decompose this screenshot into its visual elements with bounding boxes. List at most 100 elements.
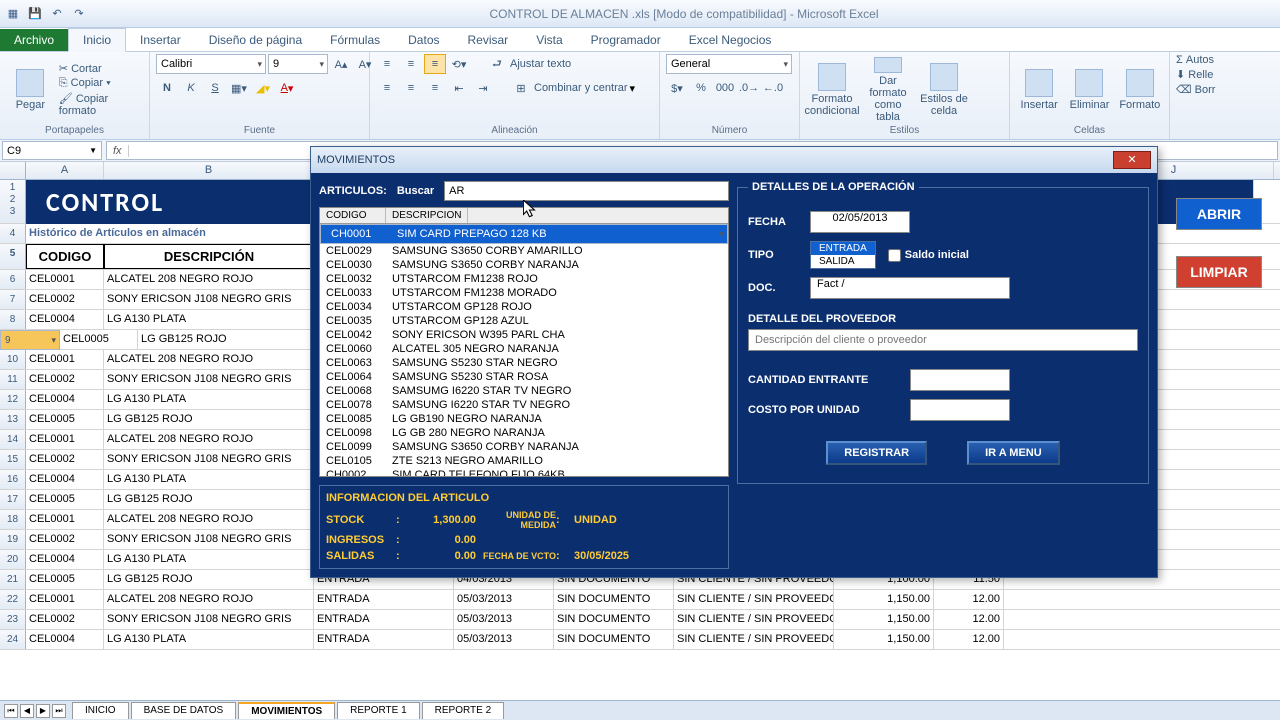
list-item[interactable]: CEL0099SAMSUNG S3650 CORBY NARANJA <box>320 440 728 454</box>
cell[interactable]: 1,150.00 <box>834 630 934 649</box>
cantidad-input[interactable] <box>910 369 1010 391</box>
cell[interactable]: SONY ERICSON J108 NEGRO GRIS <box>104 370 314 389</box>
wrap-text-icon[interactable]: ⮐ <box>486 54 508 74</box>
sheet-tab[interactable]: INICIO <box>72 702 129 719</box>
cell[interactable]: CEL0004 <box>26 310 104 329</box>
dec-decimal-icon[interactable]: ←.0 <box>762 78 784 98</box>
sheet-tab[interactable]: MOVIMIENTOS <box>238 702 335 719</box>
cell[interactable]: 12.00 <box>934 610 1004 629</box>
list-item[interactable]: CEL0060ALCATEL 305 NEGRO NARANJA <box>320 342 728 356</box>
ribbon-tab-diseño-de-página[interactable]: Diseño de página <box>195 29 316 51</box>
italic-button[interactable]: K <box>180 78 202 98</box>
name-box[interactable]: C9▼ <box>2 141 102 160</box>
close-icon[interactable]: ✕ <box>1113 151 1151 169</box>
cell[interactable]: SONY ERICSON J108 NEGRO GRIS <box>104 450 314 469</box>
ribbon-tab-insertar[interactable]: Insertar <box>126 29 195 51</box>
align-left-icon[interactable]: ≡ <box>376 78 398 98</box>
cell[interactable]: LG A130 PLATA <box>104 470 314 489</box>
conditional-format-button[interactable]: Formato condicional <box>806 57 858 123</box>
list-item[interactable]: CEL0030SAMSUNG S3650 CORBY NARANJA <box>320 258 728 272</box>
cell[interactable]: ALCATEL 208 NEGRO ROJO <box>104 590 314 609</box>
percent-icon[interactable]: % <box>690 78 712 98</box>
cell[interactable]: SIN CLIENTE / SIN PROVEEDOR <box>674 630 834 649</box>
proveedor-input[interactable] <box>748 329 1138 351</box>
cell[interactable]: SIN DOCUMENTO <box>554 610 674 629</box>
align-center-icon[interactable]: ≡ <box>400 78 422 98</box>
format-painter-button[interactable]: 🖌 Copiar formato <box>59 92 143 117</box>
cell[interactable]: LG A130 PLATA <box>104 550 314 569</box>
cell[interactable]: SIN DOCUMENTO <box>554 590 674 609</box>
number-format-select[interactable]: General <box>666 54 792 74</box>
cell[interactable]: CEL0002 <box>26 610 104 629</box>
inc-decimal-icon[interactable]: .0→ <box>738 78 760 98</box>
redo-icon[interactable]: ↷ <box>70 5 88 23</box>
cell[interactable]: CEL0005 <box>26 490 104 509</box>
sheet-tab[interactable]: REPORTE 1 <box>337 702 420 719</box>
cell[interactable]: CEL0002 <box>26 450 104 469</box>
cell[interactable]: LG GB125 ROJO <box>104 410 314 429</box>
cell[interactable]: CEL0005 <box>26 410 104 429</box>
indent-inc-icon[interactable]: ⇥ <box>472 78 494 98</box>
cell[interactable]: CEL0001 <box>26 350 104 369</box>
format-table-button[interactable]: Dar formato como tabla <box>862 57 914 123</box>
grow-font-icon[interactable]: A▴ <box>330 54 352 74</box>
clear-button[interactable]: ⌫ Borr <box>1176 83 1215 96</box>
fecha-input[interactable]: 02/05/2013 <box>810 211 910 233</box>
cell[interactable]: SONY ERICSON J108 NEGRO GRIS <box>104 290 314 309</box>
tab-last-icon[interactable]: ⏭ <box>52 704 66 718</box>
indent-dec-icon[interactable]: ⇤ <box>448 78 470 98</box>
cell[interactable]: CEL0005 <box>60 330 138 349</box>
cell[interactable]: SIN CLIENTE / SIN PROVEEDOR <box>674 610 834 629</box>
tab-prev-icon[interactable]: ◀ <box>20 704 34 718</box>
saldo-checkbox[interactable]: Saldo inicial <box>888 249 969 262</box>
cell[interactable]: SIN DOCUMENTO <box>554 630 674 649</box>
cell[interactable]: 1,150.00 <box>834 610 934 629</box>
list-item[interactable]: CEL0035UTSTARCOM GP128 AZUL <box>320 314 728 328</box>
doc-input[interactable]: Fact / <box>810 277 1010 299</box>
cell[interactable]: ENTRADA <box>314 590 454 609</box>
cell[interactable]: LG GB125 ROJO <box>104 570 314 589</box>
ribbon-tab-revisar[interactable]: Revisar <box>454 29 523 51</box>
size-select[interactable]: 9 <box>268 54 328 74</box>
font-select[interactable]: Calibri <box>156 54 266 74</box>
cell[interactable]: 05/03/2013 <box>454 610 554 629</box>
tab-next-icon[interactable]: ▶ <box>36 704 50 718</box>
cell[interactable]: SIN CLIENTE / SIN PROVEEDOR <box>674 590 834 609</box>
cell[interactable]: CEL0001 <box>26 510 104 529</box>
list-item[interactable]: CEL0064SAMSUNG S5230 STAR ROSA <box>320 370 728 384</box>
list-item[interactable]: CEL0032UTSTARCOM FM1238 ROJO <box>320 272 728 286</box>
cell[interactable]: CEL0004 <box>26 630 104 649</box>
ribbon-tab-datos[interactable]: Datos <box>394 29 453 51</box>
list-item[interactable]: CEL0105ZTE S213 NEGRO AMARILLO <box>320 454 728 468</box>
insert-cells-button[interactable]: Insertar <box>1016 57 1062 123</box>
abrir-button[interactable]: ABRIR <box>1176 198 1262 230</box>
registrar-button[interactable]: REGISTRAR <box>826 441 927 465</box>
cell[interactable]: CEL0001 <box>26 590 104 609</box>
cell[interactable]: LG A130 PLATA <box>104 390 314 409</box>
limpiar-button[interactable]: LIMPIAR <box>1176 256 1262 288</box>
cell[interactable]: CEL0004 <box>26 550 104 569</box>
format-cells-button[interactable]: Formato <box>1117 57 1163 123</box>
undo-icon[interactable]: ↶ <box>48 5 66 23</box>
list-item[interactable]: CEL0042SONY ERICSON W395 PARL CHA <box>320 328 728 342</box>
cell[interactable]: ALCATEL 208 NEGRO ROJO <box>104 270 314 289</box>
ir-menu-button[interactable]: IR A MENU <box>967 441 1060 465</box>
cut-button[interactable]: ✂ Cortar <box>59 62 143 75</box>
cell[interactable]: CEL0001 <box>26 430 104 449</box>
currency-icon[interactable]: $▾ <box>666 78 688 98</box>
cell[interactable]: CEL0001 <box>26 270 104 289</box>
cell[interactable]: LG A130 PLATA <box>104 630 314 649</box>
cell[interactable]: 1,150.00 <box>834 590 934 609</box>
fill-color-button[interactable]: ◢▾ <box>252 78 274 98</box>
align-bottom-icon[interactable]: ≡ <box>424 54 446 74</box>
cell[interactable]: ALCATEL 208 NEGRO ROJO <box>104 510 314 529</box>
list-item[interactable]: CH0001SIM CARD PREPAGO 128 KB <box>320 224 728 244</box>
cell[interactable]: ALCATEL 208 NEGRO ROJO <box>104 430 314 449</box>
align-top-icon[interactable]: ≡ <box>376 54 398 74</box>
cell[interactable]: 12.00 <box>934 590 1004 609</box>
cell[interactable]: 12.00 <box>934 630 1004 649</box>
bold-button[interactable]: N <box>156 78 178 98</box>
list-item[interactable]: CH0002SIM CARD TELEFONO FIJO 64KB <box>320 468 728 477</box>
list-item[interactable]: CEL0029SAMSUNG S3650 CORBY AMARILLO <box>320 244 728 258</box>
list-item[interactable]: CEL0078SAMSUNG I6220 STAR TV NEGRO <box>320 398 728 412</box>
